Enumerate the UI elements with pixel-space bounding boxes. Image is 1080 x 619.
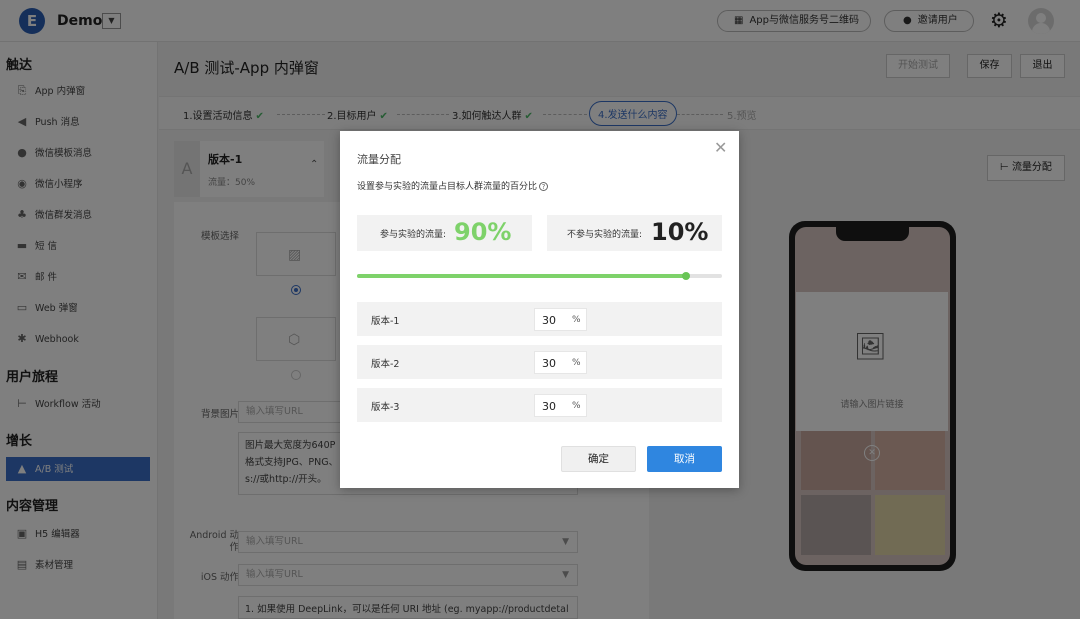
- dialog-description-text: 设置参与实验的流量占目标人群流量的百分比: [357, 182, 538, 192]
- out-experiment-stat: 不参与实验的流量: 10%: [547, 215, 722, 251]
- version-percent-value: 30: [542, 314, 556, 327]
- version-percent-input[interactable]: 30 %: [534, 308, 587, 331]
- out-experiment-label: 不参与实验的流量:: [567, 230, 643, 240]
- in-experiment-value: 90%: [454, 218, 512, 246]
- version-percent-value: 30: [542, 400, 556, 413]
- version-percent-value: 30: [542, 357, 556, 370]
- version-row-name: 版本-2: [371, 359, 400, 370]
- close-icon[interactable]: ✕: [714, 138, 727, 157]
- version-percent-input[interactable]: 30 %: [534, 351, 587, 374]
- dialog-description: 设置参与实验的流量占目标人群流量的百分比?: [357, 179, 549, 192]
- in-experiment-stat: 参与实验的流量: 90%: [357, 215, 532, 251]
- slider-handle[interactable]: [681, 272, 690, 280]
- version-row-name: 版本-3: [371, 402, 400, 413]
- in-experiment-label: 参与实验的流量:: [380, 230, 447, 240]
- percent-unit: %: [572, 401, 581, 411]
- version-row-name: 版本-1: [371, 316, 400, 327]
- traffic-allocation-dialog: 流量分配 ✕ 设置参与实验的流量占目标人群流量的百分比? 参与实验的流量: 90…: [340, 131, 739, 488]
- out-experiment-value: 10%: [651, 218, 709, 246]
- cancel-button[interactable]: 取消: [647, 446, 722, 472]
- version-row: 版本-2 30 %: [357, 345, 722, 379]
- dialog-title: 流量分配: [357, 153, 401, 166]
- percent-unit: %: [572, 358, 581, 368]
- percent-unit: %: [572, 315, 581, 325]
- help-icon[interactable]: ?: [539, 182, 549, 191]
- confirm-button[interactable]: 确定: [561, 446, 636, 472]
- version-row: 版本-1 30 %: [357, 302, 722, 336]
- slider-fill: [357, 274, 686, 278]
- traffic-slider[interactable]: [357, 272, 722, 280]
- version-percent-input[interactable]: 30 %: [534, 394, 587, 417]
- version-row: 版本-3 30 %: [357, 388, 722, 422]
